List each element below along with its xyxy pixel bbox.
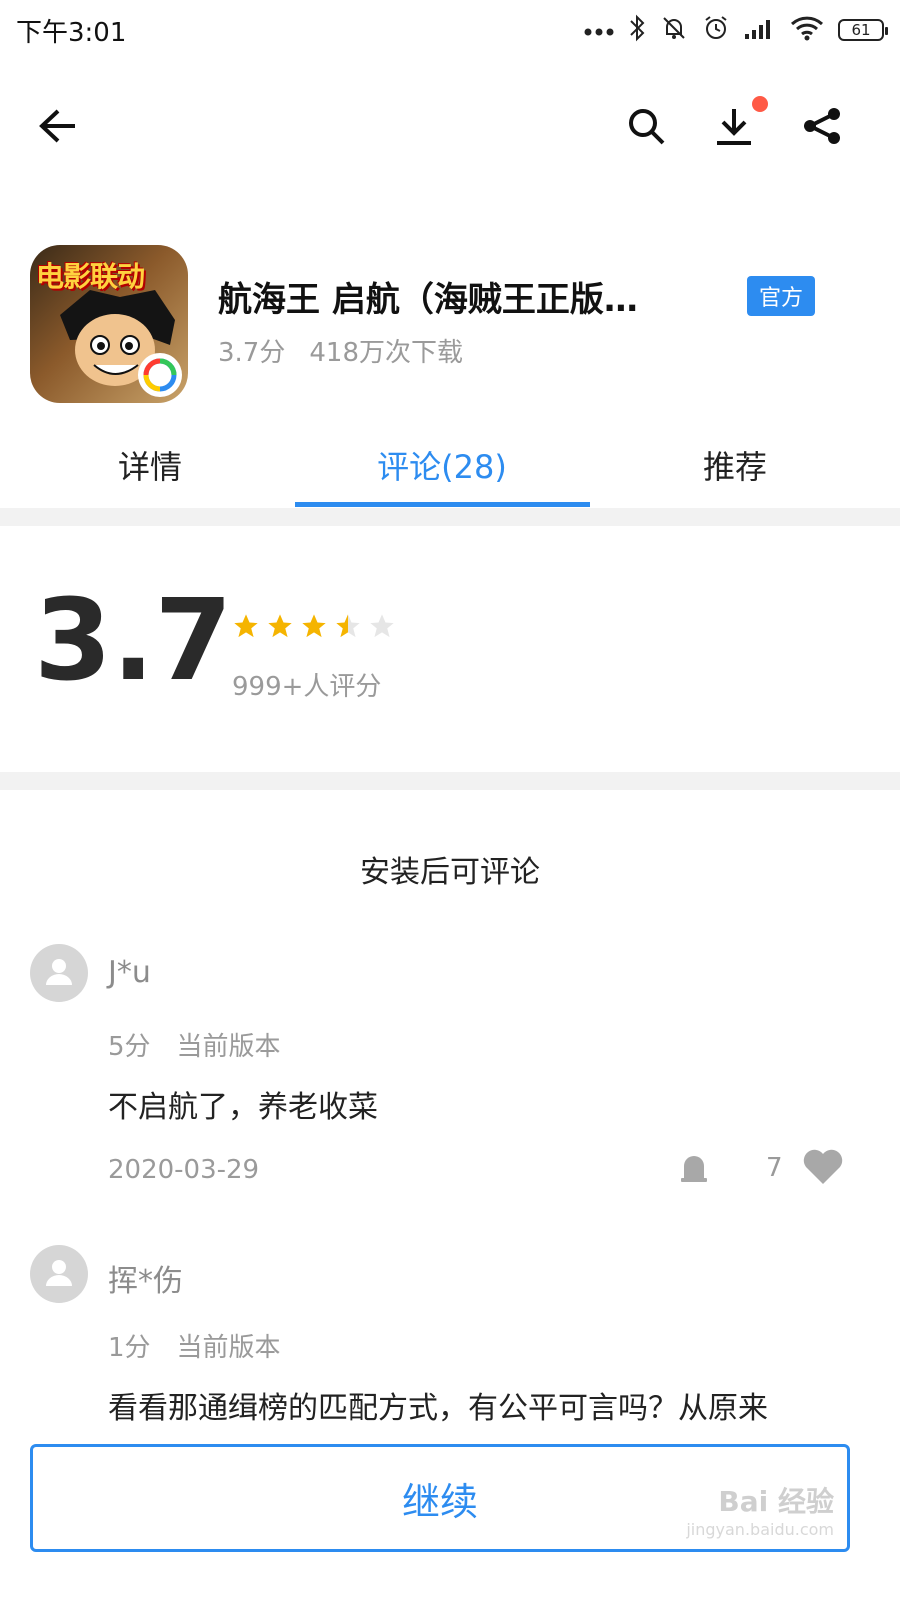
user-icon (44, 956, 74, 990)
review-date: 2020-03-29 (108, 1155, 260, 1185)
search-button[interactable] (616, 98, 676, 158)
avatar[interactable] (30, 1245, 88, 1303)
bluetooth-icon (628, 14, 646, 46)
alarm-icon (702, 14, 730, 46)
star-icon (232, 612, 260, 644)
app-downloads: 418万次下载 (309, 338, 463, 368)
review-text: 不启航了，养老收菜 (108, 1090, 378, 1125)
review-version: 当前版本 (176, 1333, 281, 1363)
app-score: 3.7分 (218, 338, 286, 368)
more-dots-icon (584, 21, 614, 40)
app-title: 航海王 启航（海贼王正版… (218, 280, 638, 320)
like-button[interactable] (802, 1148, 844, 1190)
status-icons: 61 (584, 14, 888, 46)
rating-score: 3.7 (34, 576, 233, 706)
review-version: 当前版本 (176, 1032, 281, 1062)
report-icon (678, 1156, 710, 1188)
star-icon (266, 612, 294, 644)
share-icon (802, 106, 842, 150)
divider (0, 508, 900, 526)
tab-details[interactable]: 详情 (0, 430, 300, 500)
app-icon: 电影联动 (30, 245, 188, 403)
star-rating (232, 612, 396, 644)
search-icon (626, 106, 666, 150)
divider (0, 772, 900, 790)
install-to-comment-tip: 安装后可评论 (360, 855, 540, 890)
empty-star-icon (368, 612, 396, 644)
signal-icon (744, 16, 776, 44)
share-button[interactable] (792, 98, 852, 158)
tab-recommend[interactable]: 推荐 (585, 430, 885, 500)
app-meta: 3.7分 418万次下载 (218, 332, 463, 369)
rating-count: 999+人评分 (232, 672, 382, 702)
bell-muted-icon (660, 14, 688, 46)
review-meta: 1分 当前版本 (108, 1327, 281, 1364)
review-score: 5分 (108, 1032, 151, 1062)
battery-indicator: 61 (838, 19, 888, 41)
report-button[interactable] (678, 1152, 710, 1188)
tab-comments[interactable]: 评论(28) (292, 430, 592, 500)
half-star-icon (334, 612, 362, 644)
app-store-badge-icon (138, 353, 182, 397)
back-button[interactable] (28, 98, 88, 158)
download-notification-dot (752, 96, 768, 112)
like-count: 7 (766, 1153, 783, 1183)
review-meta: 5分 当前版本 (108, 1026, 281, 1063)
watermark-url: jingyan.baidu.com (686, 1520, 834, 1539)
avatar[interactable] (30, 944, 88, 1002)
star-icon (300, 612, 328, 644)
back-arrow-icon (38, 108, 78, 148)
review-username: J*u (108, 955, 151, 990)
official-badge: 官方 (747, 276, 815, 316)
wifi-icon (790, 15, 824, 45)
heart-icon (802, 1149, 844, 1190)
watermark-logo: Bai 经验 (718, 1485, 834, 1518)
review-username: 挥*伤 (108, 1264, 183, 1299)
user-icon (44, 1257, 74, 1291)
tab-indicator (295, 502, 590, 507)
status-time: 下午3:01 (16, 18, 127, 48)
review-score: 1分 (108, 1333, 151, 1363)
download-icon (714, 106, 754, 150)
review-text: 看看那通缉榜的匹配方式，有公平可言吗？从原来 (108, 1391, 768, 1426)
